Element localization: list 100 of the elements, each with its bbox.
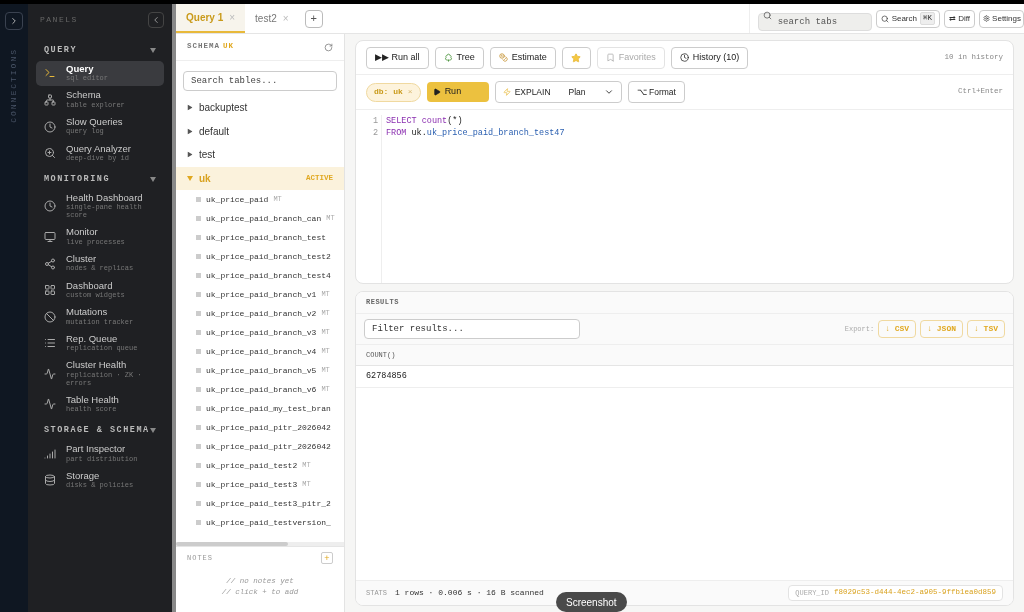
nav-label: Schema [66,90,102,101]
search-icon [762,10,772,20]
scrollbar[interactable] [176,542,344,546]
table-row[interactable]: uk_price_paid_pitr_2026042 [176,437,344,456]
search-field[interactable]: Search tables... [183,71,337,91]
diff-button[interactable]: ⇄ Diff [944,9,976,28]
nodes-icon [44,257,56,270]
nav-label: Table Health [66,394,119,406]
nav-label: Health Dashboard [66,193,144,204]
table-name: uk_price_paid_test2 [206,459,298,472]
format-button[interactable]: ⌥ Format [627,81,685,103]
table-row[interactable]: uk_price_paid_branch_test [176,228,344,247]
tooltip: Screenshot [556,592,627,612]
explain-select[interactable]: EXPLAIN Plan [494,81,622,103]
table-row[interactable]: uk_price_paid_test3_pitr_2 [176,494,344,513]
explain-mode: Plan [568,85,587,99]
editor-tab[interactable]: test2 × [245,4,299,33]
code-line: FROM uk.uk_price_paid_branch_test47 [386,127,565,139]
table-row[interactable]: uk_price_paid_branch_test2 [176,247,344,266]
table-icon [196,425,201,430]
database-row[interactable]: test [176,143,344,167]
pulse-icon [44,398,56,411]
chevron-icon [603,87,614,97]
bookmark-icon [605,53,615,62]
tab-label: test2 [255,12,277,26]
nav-label: Cluster [66,253,98,265]
terminal-icon [44,67,56,80]
toolbar-button[interactable]: History (10) [670,46,749,69]
explain-label: EXPLAIN [514,85,551,99]
database-icon [44,474,56,487]
database-row[interactable]: default [176,119,344,143]
collapse-button[interactable] [148,12,164,28]
table-icon [196,463,201,468]
nav-label: Dashboard [66,280,114,291]
database-name: default [199,124,231,139]
nav-label: Query [66,63,95,75]
table-icon [196,444,201,449]
database-name: uk [199,171,212,186]
run-button[interactable]: Run [426,82,489,102]
caret-icon[interactable] [187,104,193,111]
line-number: 2 [372,127,378,139]
bars-icon [44,447,56,460]
table-name: uk_price_paid_my_test_bran [206,402,331,415]
toolbar-button[interactable]: ▶▶ Run all [366,46,429,69]
search-tabs-field[interactable]: search tabs [757,12,872,31]
table-name: uk_price_paid_test3_pitr_2 [206,497,331,510]
table-row[interactable]: uk_price_paid_pitr_2026042 [176,418,344,437]
play-icon [432,88,441,96]
table-icon [196,216,201,221]
chip-label: db: uk [374,86,403,98]
table-icon [196,235,201,240]
section-title[interactable]: STORAGE & SCHEMA [44,424,150,438]
clock-icon [44,120,56,133]
ban-icon [44,310,56,323]
section-title[interactable]: MONITORING [44,173,110,186]
caret-icon[interactable] [150,177,156,183]
new-tab-button[interactable]: + [304,9,323,28]
database-name: test [199,148,217,163]
tree-icon [443,53,453,62]
grid-icon [44,284,56,297]
table-icon [196,330,201,335]
table-icon [196,368,201,373]
table-icon [196,349,201,354]
table-name: uk_price_paid_testversion_ [206,516,331,529]
line-number: 1 [372,115,378,127]
table-name: uk_price_paid_branch_test [206,231,327,244]
star-button[interactable] [561,46,591,69]
toolbar-button[interactable]: Estimate [489,46,556,69]
nav-label: Mutations [66,307,109,318]
nav-label: Slow Queries [66,117,123,128]
zoom-icon [44,147,56,160]
section-title[interactable]: QUERY [44,44,77,57]
lightning-icon [502,88,511,96]
nav-label: Rep. Queue [66,333,119,345]
table-cell: 62784856 [366,370,407,383]
database-row[interactable]: backuptest [176,96,344,120]
table-row[interactable]: uk_price_paid_testversion_ [176,513,344,532]
clock-icon [679,53,689,62]
caret-icon[interactable] [187,128,193,135]
table-name: uk_price_paid_branch_v6 [206,383,317,396]
caret-icon[interactable] [187,151,193,158]
table-icon [196,406,201,411]
settings-icon [983,15,991,22]
caret-icon[interactable] [150,47,156,53]
monitor-icon [44,230,56,243]
nodes-icon [44,93,56,106]
table-name: uk_price_paid [206,193,269,206]
star-icon [571,52,582,63]
settings-button[interactable]: Settings [979,9,1024,28]
chevron-left-icon [151,15,161,25]
refresh-icon[interactable] [324,42,333,52]
table-row[interactable]: uk_price_paid_branch_test4 [176,266,344,285]
panels-title: PANELS [40,14,78,26]
chevron-right-icon [9,16,19,26]
table-name: uk_price_paid_branch_can [206,212,322,225]
table-icon [196,197,201,202]
nav-label: Query Analyzer [66,143,131,155]
table-row[interactable]: uk_price_paid_my_test_bran [176,399,344,418]
filter-field[interactable]: Filter results... [364,319,580,339]
caret-icon[interactable] [150,428,156,434]
